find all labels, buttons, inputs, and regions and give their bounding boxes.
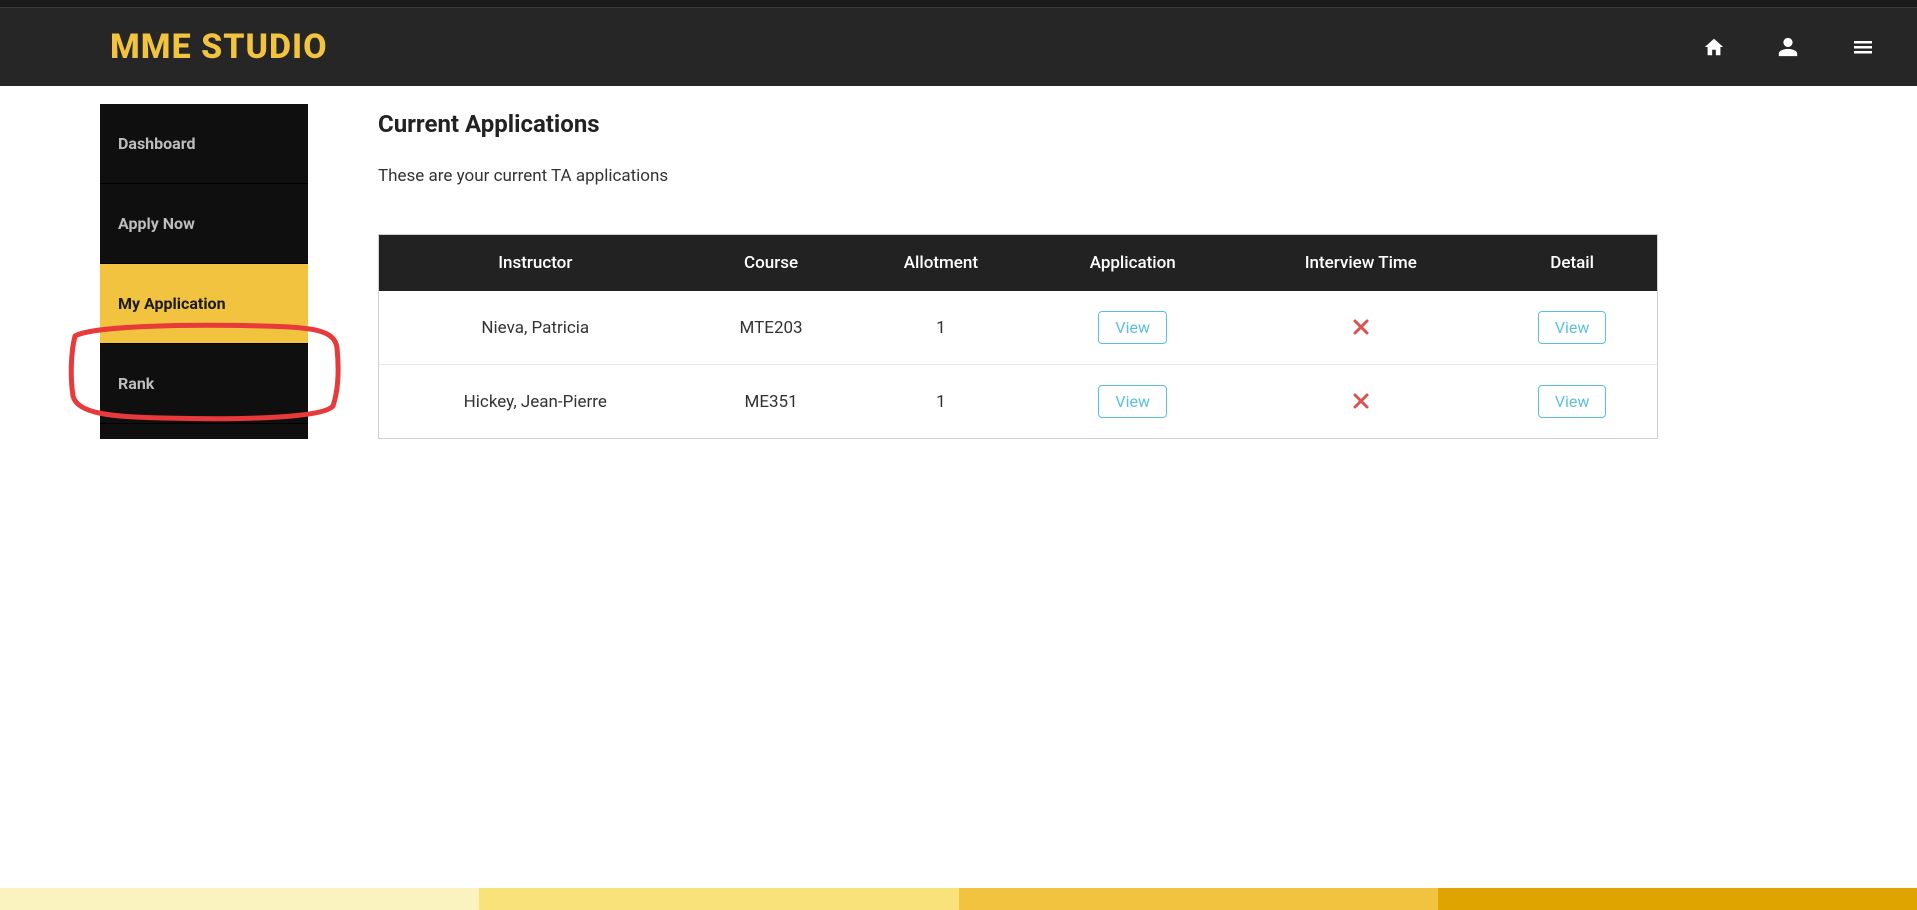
- view-application-button[interactable]: View: [1098, 385, 1167, 418]
- cell-interview-time: [1234, 291, 1487, 365]
- cell-course: MTE203: [692, 291, 851, 365]
- applications-table-wrap: Instructor Course Allotment Application …: [378, 234, 1658, 439]
- view-detail-button[interactable]: View: [1538, 385, 1607, 418]
- view-detail-button[interactable]: View: [1538, 311, 1607, 344]
- cell-allotment: 1: [851, 365, 1032, 439]
- footer-seg-4: [1438, 888, 1917, 910]
- col-course: Course: [692, 235, 851, 291]
- sidebar-item-rank[interactable]: Rank: [100, 344, 308, 424]
- sidebar-item-label: Dashboard: [118, 134, 195, 153]
- footer-seg-2: [479, 888, 958, 910]
- cell-application: View: [1031, 365, 1234, 439]
- page-title: Current Applications: [378, 110, 1667, 138]
- table-row: Hickey, Jean-Pierre ME351 1 View Vie: [379, 365, 1657, 439]
- app-header: MME STUDIO: [0, 8, 1917, 86]
- footer-seg-3: [959, 888, 1438, 910]
- hamburger-icon[interactable]: [1851, 35, 1875, 59]
- view-application-button[interactable]: View: [1098, 311, 1167, 344]
- user-icon[interactable]: [1777, 36, 1799, 58]
- x-icon: [1353, 390, 1369, 414]
- sidebar-item-label: Rank: [118, 374, 154, 393]
- sidebar: Dashboard Apply Now My Application Rank: [100, 104, 308, 439]
- footer-color-bar: [0, 888, 1917, 910]
- sidebar-item-label: My Application: [118, 294, 226, 313]
- page-subtitle: These are your current TA applications: [378, 166, 1667, 186]
- cell-instructor: Nieva, Patricia: [379, 291, 692, 365]
- cell-detail: View: [1487, 365, 1657, 439]
- brand-logo[interactable]: MME STUDIO: [110, 27, 328, 67]
- col-allotment: Allotment: [851, 235, 1032, 291]
- content-area: Current Applications These are your curr…: [378, 104, 1917, 439]
- col-interview-time: Interview Time: [1234, 235, 1487, 291]
- col-application: Application: [1031, 235, 1234, 291]
- cell-allotment: 1: [851, 291, 1032, 365]
- footer-seg-1: [0, 888, 479, 910]
- table-row: Nieva, Patricia MTE203 1 View View: [379, 291, 1657, 365]
- x-icon: [1353, 316, 1369, 340]
- cell-interview-time: [1234, 365, 1487, 439]
- header-icon-group: [1703, 35, 1875, 59]
- sidebar-item-label: Apply Now: [118, 214, 195, 233]
- col-detail: Detail: [1487, 235, 1657, 291]
- cell-detail: View: [1487, 291, 1657, 365]
- cell-instructor: Hickey, Jean-Pierre: [379, 365, 692, 439]
- main-layout: Dashboard Apply Now My Application Rank …: [0, 86, 1917, 439]
- cell-course: ME351: [692, 365, 851, 439]
- browser-strip: [0, 0, 1917, 8]
- col-instructor: Instructor: [379, 235, 692, 291]
- cell-application: View: [1031, 291, 1234, 365]
- applications-table: Instructor Course Allotment Application …: [379, 235, 1657, 438]
- sidebar-item-my-application[interactable]: My Application: [100, 264, 308, 344]
- home-icon[interactable]: [1703, 36, 1725, 58]
- sidebar-item-apply-now[interactable]: Apply Now: [100, 184, 308, 264]
- sidebar-item-dashboard[interactable]: Dashboard: [100, 104, 308, 184]
